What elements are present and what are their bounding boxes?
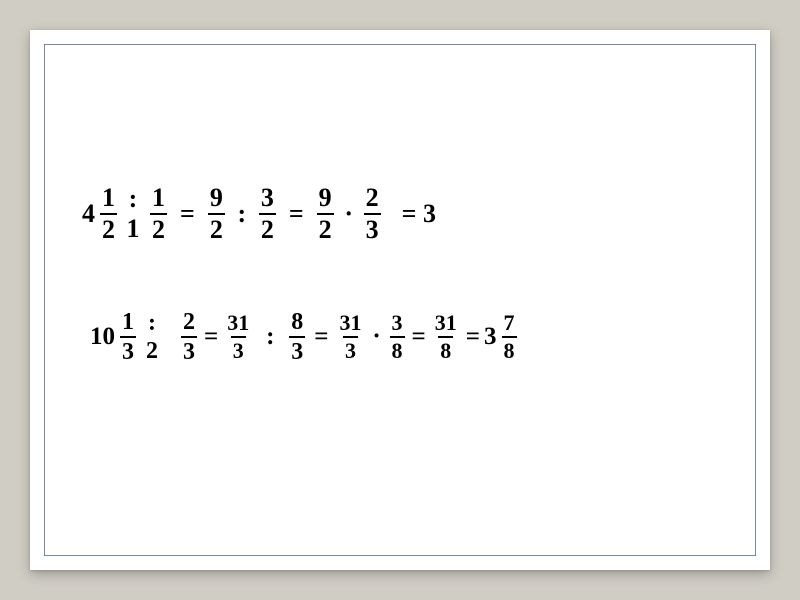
numerator: 1 [120, 310, 136, 336]
denominator: 3 [181, 336, 197, 364]
stack-bot: 1 [124, 214, 142, 242]
fraction: 2 3 [364, 185, 381, 243]
equals-sign: = [289, 199, 304, 229]
denominator: 8 [438, 336, 453, 362]
fraction: 1 2 [100, 185, 117, 243]
fraction: 1 2 [150, 185, 167, 243]
fraction: 31 8 [433, 312, 459, 362]
denominator: 3 [289, 336, 305, 364]
fraction: 3 2 [259, 185, 276, 243]
equals-sign: = [180, 199, 195, 229]
stack-bot: 2 [143, 337, 161, 363]
fraction: 9 2 [317, 185, 334, 243]
fraction: 31 3 [225, 312, 251, 362]
numerator: 1 [150, 185, 167, 213]
numerator: 2 [364, 185, 381, 213]
numerator: 1 [100, 185, 117, 213]
fraction: 31 3 [338, 312, 364, 362]
numerator: 2 [181, 310, 197, 336]
numerator: 3 [259, 185, 276, 213]
division-sign: : [236, 199, 248, 229]
fraction: 7 8 [502, 312, 517, 362]
denominator: 2 [317, 213, 334, 243]
numerator: 31 [225, 312, 251, 336]
denominator: 2 [259, 213, 276, 243]
whole-part: 4 [82, 199, 95, 229]
slide: 4 1 2 : 1 1 2 = 9 2 : 3 2 = 9 2 · [30, 30, 770, 570]
mixed-number: 10 1 3 [90, 310, 139, 364]
whole-part: 3 [484, 323, 497, 351]
result: = 3 [402, 199, 436, 229]
numerator: 7 [502, 312, 517, 336]
denominator: 3 [343, 336, 358, 362]
fraction: 3 8 [390, 312, 405, 362]
numerator: 9 [208, 185, 225, 213]
inner-frame [44, 44, 756, 556]
equals-sign: = [466, 323, 480, 351]
equation-1: 4 1 2 : 1 1 2 = 9 2 : 3 2 = 9 2 · [82, 185, 446, 243]
denominator: 8 [502, 336, 517, 362]
stack-top: : [124, 186, 142, 214]
numerator: 31 [433, 312, 459, 336]
fraction: 8 3 [289, 310, 305, 364]
equals-sign: = [314, 323, 328, 351]
numerator: 3 [390, 312, 405, 336]
denominator: 2 [100, 213, 117, 243]
denominator: 3 [120, 336, 136, 364]
mixed-number: 4 1 2 [82, 185, 120, 243]
equals-sign: = [412, 323, 426, 351]
stacked-colon-1: : 1 [124, 186, 142, 242]
whole-part: 10 [90, 323, 115, 351]
denominator: 3 [231, 336, 246, 362]
mixed-result: 3 7 8 [484, 312, 520, 362]
numerator: 8 [289, 310, 305, 336]
equals-sign: = [204, 323, 218, 351]
multiply-sign: · [343, 199, 355, 229]
fraction: 1 3 [120, 310, 136, 364]
equation-2: 10 1 3 : 2 2 3 = 31 3 : 8 3 = 31 3 · [90, 310, 520, 364]
stacked-colon-2: : 2 [143, 311, 161, 363]
numerator: 9 [317, 185, 334, 213]
division-sign: : [264, 323, 276, 351]
denominator: 2 [150, 213, 167, 243]
numerator: 31 [338, 312, 364, 336]
denominator: 2 [208, 213, 225, 243]
denominator: 8 [390, 336, 405, 362]
denominator: 3 [364, 213, 381, 243]
stack-top: : [143, 311, 161, 337]
multiply-sign: · [371, 323, 383, 351]
fraction: 9 2 [208, 185, 225, 243]
fraction: 2 3 [181, 310, 197, 364]
